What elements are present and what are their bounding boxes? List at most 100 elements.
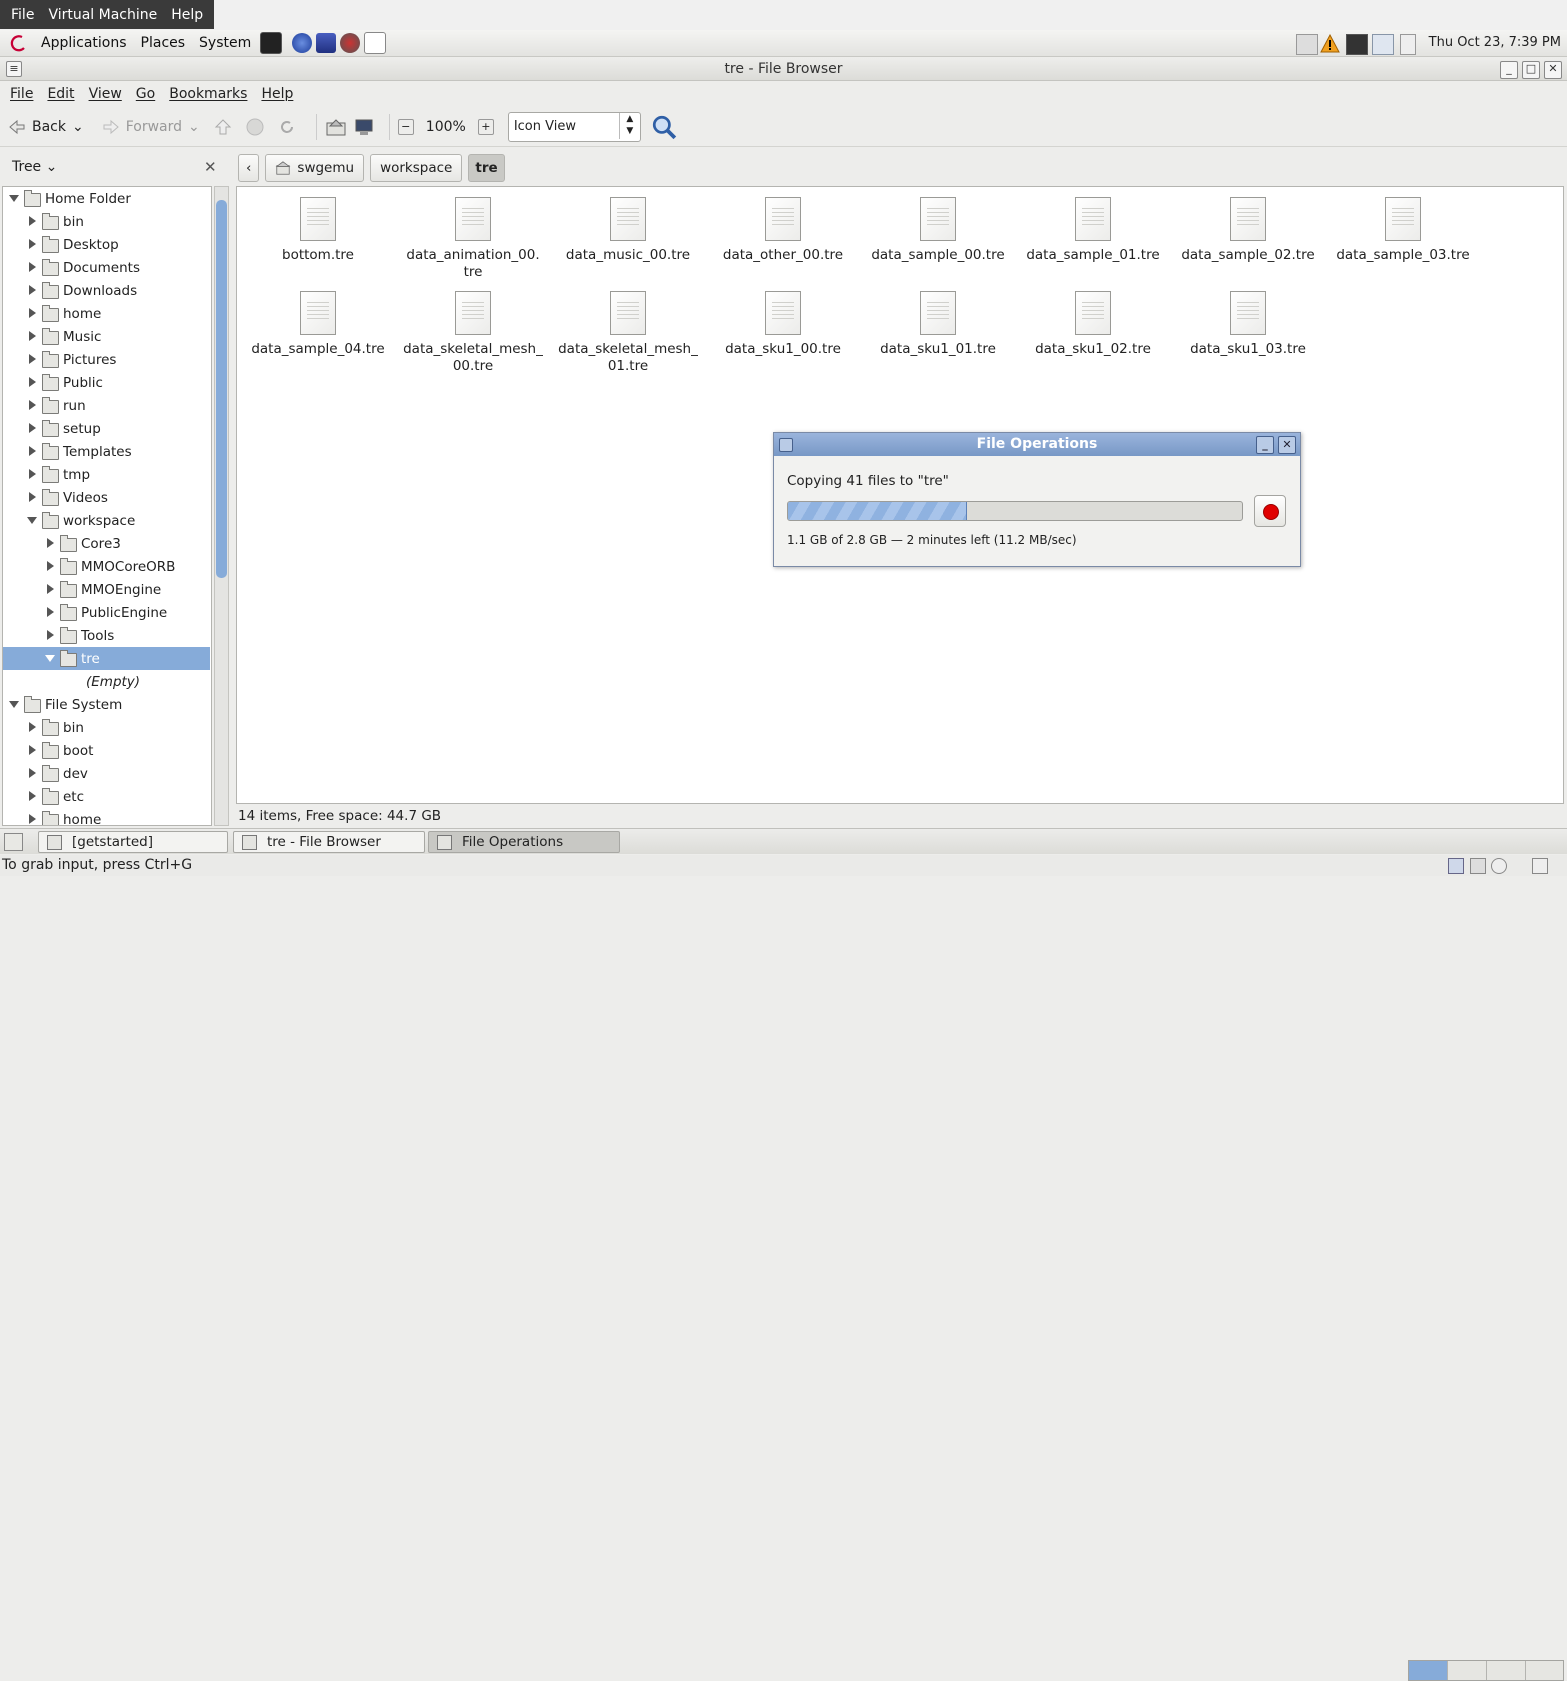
sidebar-item[interactable]: boot [3,739,210,762]
task-file-operations[interactable]: File Operations [428,831,620,853]
tray-network-icon[interactable] [1372,34,1394,55]
up-arrow-icon[interactable] [214,118,232,136]
vm-device-network-icon[interactable] [1448,858,1464,874]
sidebar-mode-select[interactable]: Tree ⌄ [12,159,57,175]
debian-logo-icon[interactable] [10,34,28,52]
task-getstarted[interactable]: [getstarted] [38,831,228,853]
expander-collapsed-icon[interactable] [29,239,36,249]
vm-device-disk-icon[interactable] [1470,858,1486,874]
reload-icon[interactable] [278,118,296,136]
expander-collapsed-icon[interactable] [47,538,54,548]
sidebar-item[interactable]: Downloads [3,279,210,302]
sidebar-item[interactable]: MMOCoreORB [3,555,210,578]
sidebar-item[interactable]: Desktop [3,233,210,256]
system-menu[interactable]: System [192,35,258,51]
sidebar-item[interactable]: Documents [3,256,210,279]
tray-clipboard-icon[interactable] [1400,34,1416,55]
workspace-switcher[interactable] [1408,1660,1564,1681]
forward-button[interactable]: Forward [102,118,182,136]
file-item[interactable]: data_sample_00.tre [863,197,1013,264]
expander-expanded-icon[interactable] [9,195,19,202]
browser-launcher-icon[interactable] [292,33,313,53]
sidebar-scrollbar-thumb[interactable] [216,200,227,578]
expander-collapsed-icon[interactable] [29,331,36,341]
sidebar-item[interactable]: home [3,808,210,825]
file-item[interactable]: data_sample_03.tre [1328,197,1478,264]
computer-icon[interactable] [353,118,375,136]
close-icon[interactable]: ✕ [1544,61,1562,79]
terminal-launcher-icon[interactable] [260,32,283,54]
expander-collapsed-icon[interactable] [47,584,54,594]
dialog-close-icon[interactable]: ✕ [1278,436,1296,454]
expander-collapsed-icon[interactable] [29,469,36,479]
maximize-icon[interactable]: □ [1522,61,1540,79]
expander-expanded-icon[interactable] [45,655,55,662]
file-item[interactable]: data_sku1_01.tre [863,291,1013,358]
cancel-copy-button[interactable] [1254,495,1286,527]
expander-collapsed-icon[interactable] [29,308,36,318]
file-item[interactable]: data_skeletal_mesh_ 00.tre [398,291,548,375]
sidebar-item[interactable]: setup [3,417,210,440]
file-item[interactable]: data_other_00.tre [708,197,858,264]
expander-collapsed-icon[interactable] [29,768,36,778]
expander-collapsed-icon[interactable] [29,791,36,801]
expander-expanded-icon[interactable] [27,517,37,524]
workspace-1[interactable] [1409,1661,1448,1680]
file-item[interactable]: data_sample_01.tre [1018,197,1168,264]
menu-edit[interactable]: Edit [40,86,81,102]
path-scroll-left-button[interactable]: ‹ [238,154,260,182]
back-button[interactable]: Back [8,118,66,136]
expander-collapsed-icon[interactable] [29,722,36,732]
tray-printer-icon[interactable] [1296,34,1318,55]
sidebar-item[interactable]: Music [3,325,210,348]
stop-icon[interactable] [246,118,264,136]
vm-menu-help[interactable]: Help [164,7,210,23]
sidebar-item[interactable]: home [3,302,210,325]
sidebar-item[interactable]: Videos [3,486,210,509]
expander-collapsed-icon[interactable] [29,492,36,502]
sidebar-item[interactable]: tre [3,647,210,670]
sidebar-item[interactable]: bin [3,716,210,739]
show-desktop-icon[interactable] [4,833,23,851]
menu-bookmarks[interactable]: Bookmarks [162,86,254,102]
menu-go[interactable]: Go [129,86,162,102]
expander-collapsed-icon[interactable] [29,354,36,364]
sidebar-item[interactable]: bin [3,210,210,233]
path-segment-tre[interactable]: tre [468,154,505,182]
expander-collapsed-icon[interactable] [29,216,36,226]
sidebar-close-icon[interactable]: ✕ [204,158,217,176]
sidebar-item[interactable]: PublicEngine [3,601,210,624]
sidebar-item[interactable]: dev [3,762,210,785]
file-item[interactable]: data_sku1_02.tre [1018,291,1168,358]
app-launcher-icon[interactable] [340,33,361,53]
sidebar-item[interactable]: run [3,394,210,417]
places-menu[interactable]: Places [134,35,193,51]
workspace-4[interactable] [1526,1661,1564,1680]
panel-clock[interactable]: Thu Oct 23, 7:39 PM [1429,35,1561,50]
vm-device-usb-icon[interactable] [1532,858,1548,874]
expander-collapsed-icon[interactable] [47,630,54,640]
file-item[interactable]: data_animation_00. tre [398,197,548,281]
path-segment-swgemu[interactable]: swgemu [265,154,365,182]
expander-collapsed-icon[interactable] [29,377,36,387]
sidebar-item[interactable]: etc [3,785,210,808]
vm-menu-file[interactable]: File [4,7,41,23]
zoom-level[interactable]: 100% [426,119,466,135]
minimize-icon[interactable]: _ [1500,61,1518,79]
forward-history-chevron-down-icon[interactable]: ⌄ [188,119,200,135]
window-menu-icon[interactable]: ≡ [6,61,22,77]
workspace-2[interactable] [1448,1661,1487,1680]
file-item[interactable]: data_sample_02.tre [1173,197,1323,264]
expander-expanded-icon[interactable] [9,701,19,708]
expander-collapsed-icon[interactable] [29,423,36,433]
tray-monitor-icon[interactable] [1346,34,1368,55]
zoom-out-icon[interactable]: − [397,118,414,135]
expander-collapsed-icon[interactable] [29,814,36,824]
expander-collapsed-icon[interactable] [29,400,36,410]
sidebar-item[interactable]: Public [3,371,210,394]
zoom-in-icon[interactable]: + [477,118,494,135]
eclipse-launcher-icon[interactable] [316,33,337,53]
menu-file[interactable]: File [3,86,40,102]
sidebar-item[interactable]: Home Folder [3,187,210,210]
expander-collapsed-icon[interactable] [47,607,54,617]
